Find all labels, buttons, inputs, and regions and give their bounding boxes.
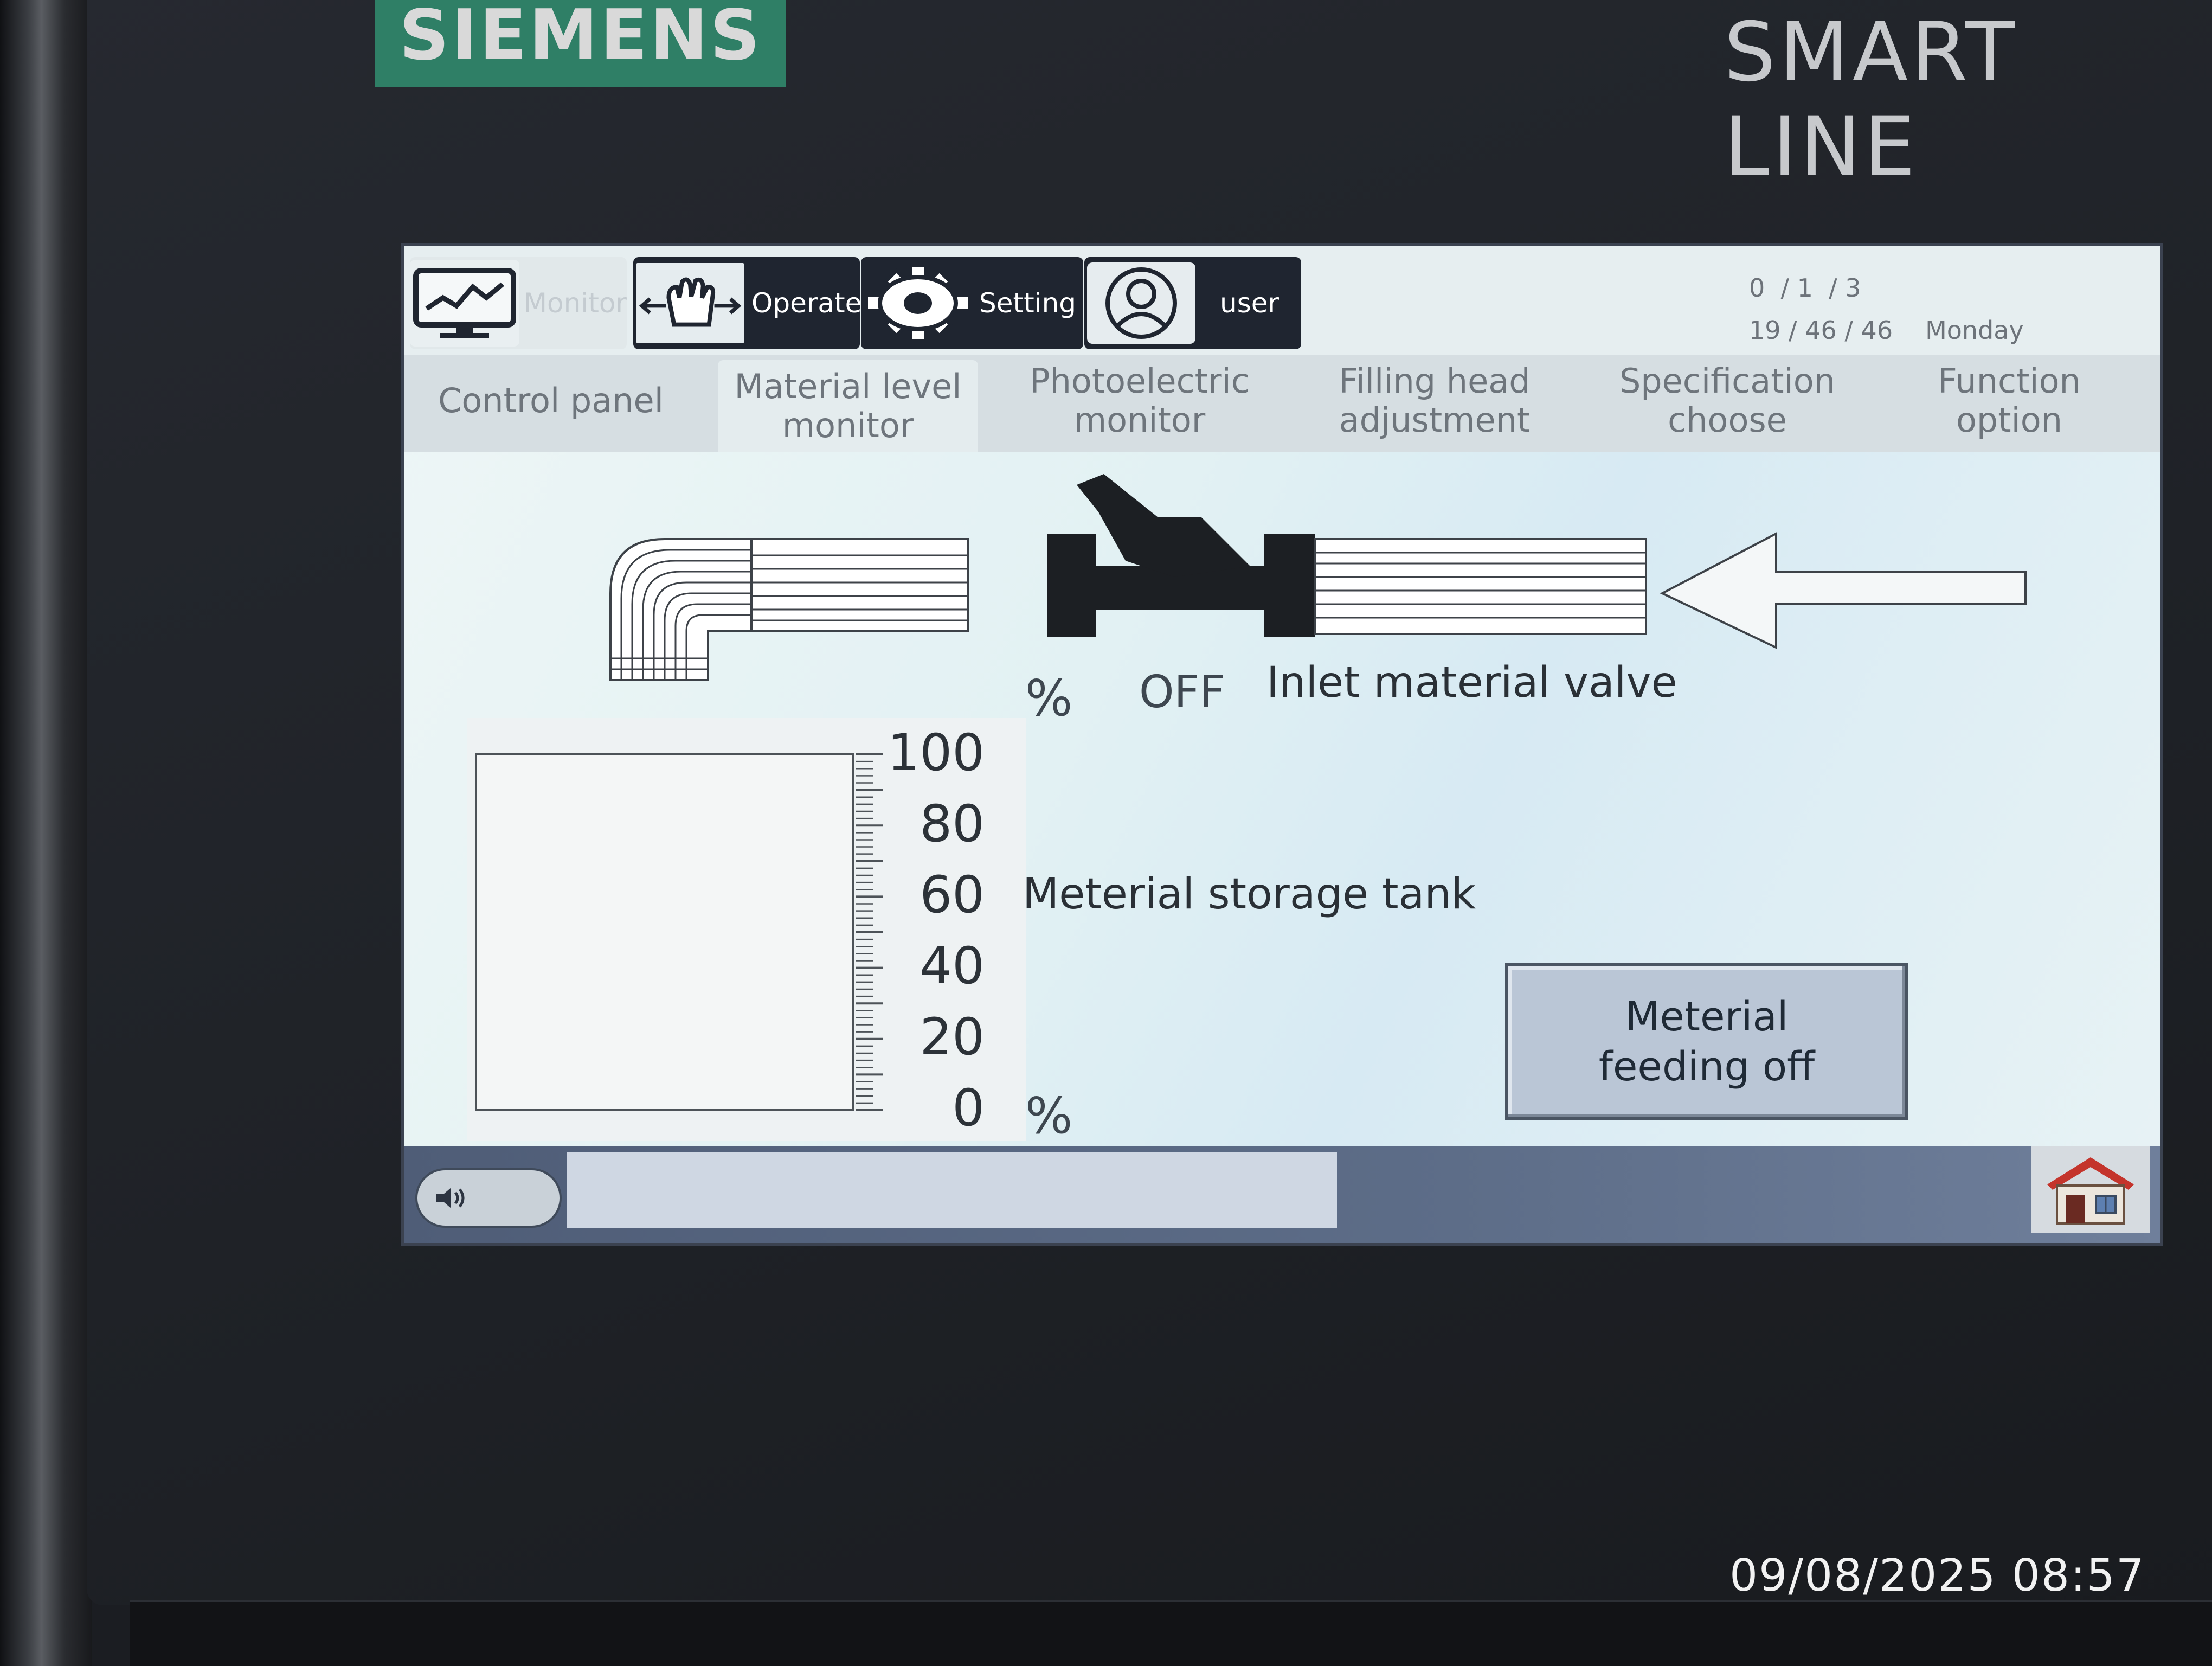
time-value: 19 / 46 / 46 [1749,316,1893,345]
storage-tank-gauge [475,753,854,1111]
time-readout: 19 / 46 / 46 Monday [1749,316,2024,358]
weekday-value: Monday [1925,316,2024,345]
menu-user-button[interactable]: user [1084,257,1301,349]
tank-tick-80: 80 [919,794,985,854]
tank-scale-labels: 100 80 60 40 20 0 [888,723,985,1138]
menu-monitor-button[interactable]: Monitor [410,257,627,349]
tab-function-option[interactable]: Function option [1879,355,2139,447]
sound-toggle-button[interactable] [415,1168,562,1228]
menu-operate-button[interactable]: Operate [633,257,862,349]
alarm-message-field[interactable] [567,1152,1337,1228]
tank-tick-100: 100 [887,723,985,783]
inlet-valve-label: Inlet material valve [1266,658,1677,707]
gear-icon [861,260,975,347]
menu-monitor-label: Monitor [523,287,627,319]
flow-direction-arrow [1660,531,2027,650]
speaker-icon [436,1188,465,1208]
storage-tank-label: Meterial storage tank [1023,870,1476,919]
tab-bar: Control panel Material level monitor Pho… [404,355,2160,452]
monitor-icon [410,260,519,347]
photo-timestamp: 09/08/2025 08:57 [1729,1550,2145,1601]
valve-state-readout: OFF [1139,667,1225,718]
menu-operate-label: Operate [751,287,862,319]
tank-tick-20: 20 [919,1008,985,1067]
home-button[interactable] [2031,1146,2150,1233]
tank-unit-label: % [1025,1087,1073,1145]
tab-control-panel[interactable]: Control panel [426,355,676,447]
brand-logo: SIEMENS [375,0,786,87]
tank-scale-ruler [856,753,883,1111]
device-side-edge [0,0,92,1666]
tab-specification-choose[interactable]: Specification choose [1581,355,1874,447]
home-icon [2047,1157,2134,1225]
user-icon [1084,260,1198,347]
date-time-display: 0 / 1 / 3 19 / 46 / 46 Monday [1749,273,2024,358]
tank-tick-40: 40 [919,937,985,996]
hand-icon [633,260,747,347]
material-feeding-toggle-button[interactable]: Meterial feeding off [1505,963,1908,1120]
product-line-label: SMART LINE [1724,5,2018,194]
bottom-status-bar [404,1146,2160,1243]
pipe-left-section [750,538,969,632]
menu-setting-button[interactable]: Setting [861,257,1083,349]
top-menu-bar: Monitor Operate Setting user 0 / 1 / 3 1… [404,246,2160,355]
tank-tick-60: 60 [919,866,985,925]
device-bottom-ledge [130,1600,2212,1666]
tab-filling-head-adjustment[interactable]: Filling head adjustment [1294,355,1576,447]
tab-material-level-monitor[interactable]: Material level monitor [718,360,978,452]
hmi-screen: Monitor Operate Setting user 0 / 1 / 3 1… [401,243,2163,1246]
tank-tick-0: 0 [952,1079,985,1138]
tab-photoelectric-monitor[interactable]: Photoelectric monitor [1004,355,1275,447]
menu-setting-label: Setting [979,287,1077,319]
menu-user-label: user [1220,287,1279,319]
valve-unit-label: % [1025,669,1073,727]
date-readout: 0 / 1 / 3 [1749,273,1861,303]
inlet-valve-body [1047,474,1315,637]
